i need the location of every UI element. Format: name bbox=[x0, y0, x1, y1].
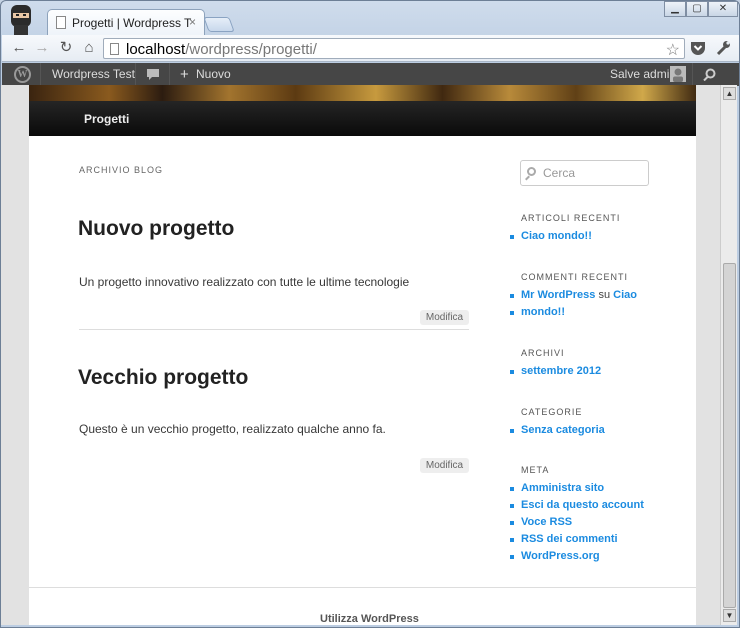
url-path: /wordpress/progetti/ bbox=[185, 41, 317, 58]
recent-comment: Mr WordPress su Ciao bbox=[510, 287, 637, 304]
meta-link[interactable]: Amministra sito bbox=[509, 480, 604, 497]
page-icon bbox=[56, 16, 66, 29]
scroll-up-arrow-icon[interactable]: ▲ bbox=[723, 87, 736, 100]
address-bar[interactable]: localhost/wordpress/progetti/ ☆ bbox=[103, 38, 685, 59]
header-image bbox=[29, 85, 696, 101]
post-excerpt: Questo è un vecchio progetto, realizzato… bbox=[79, 422, 386, 436]
category-link[interactable]: Senza categoria bbox=[510, 422, 605, 439]
recent-post-link[interactable]: Ciao mondo!! bbox=[510, 228, 592, 245]
wp-admin-bar: W Wordpress Test + Nuovo Salve admin bbox=[2, 63, 739, 86]
scroll-down-arrow-icon[interactable]: ▼ bbox=[723, 609, 736, 622]
widget-title: ARTICOLI RECENTI bbox=[521, 213, 621, 223]
reload-icon[interactable]: ↻ bbox=[57, 39, 75, 57]
comment-post-link-cont[interactable]: mondo!! bbox=[510, 304, 565, 321]
widget-title: CATEGORIE bbox=[521, 407, 583, 417]
maximize-button[interactable]: ▢ bbox=[686, 1, 708, 17]
meta-link[interactable]: WordPress.org bbox=[510, 548, 600, 565]
forward-arrow-icon[interactable]: → bbox=[33, 39, 51, 57]
avatar[interactable] bbox=[670, 66, 686, 82]
search-placeholder: Cerca bbox=[543, 166, 576, 180]
widget-title: ARCHIVI bbox=[521, 348, 565, 358]
browser-toolbar: ← → ↻ ⌂ localhost/wordpress/progetti/ ☆ bbox=[2, 35, 739, 62]
site-content: Progetti ARCHIVIO BLOG Nuovo progetto Un… bbox=[29, 85, 696, 625]
search-input[interactable]: Cerca bbox=[520, 160, 649, 186]
comment-bubble-icon[interactable] bbox=[146, 68, 160, 81]
close-button[interactable]: ✕ bbox=[708, 1, 738, 17]
nav-item-progetti[interactable]: Progetti bbox=[84, 112, 129, 126]
footer-credit[interactable]: Utilizza WordPress bbox=[320, 613, 419, 625]
tab-title: Progetti | Wordpress T bbox=[72, 16, 192, 30]
minimize-button[interactable]: ▁ bbox=[664, 1, 686, 17]
scrollbar-thumb[interactable] bbox=[723, 263, 736, 608]
comment-author-link[interactable]: Mr WordPress bbox=[521, 289, 595, 301]
meta-link[interactable]: Esci da questo account bbox=[510, 497, 644, 514]
wordpress-logo-icon[interactable]: W bbox=[14, 66, 31, 83]
edit-button[interactable]: Modifica bbox=[420, 458, 469, 473]
archive-link[interactable]: settembre 2012 bbox=[509, 363, 601, 380]
ninja-avatar-icon bbox=[11, 5, 31, 35]
widget-title: META bbox=[521, 465, 550, 475]
page-icon bbox=[110, 43, 119, 55]
comment-conj: su bbox=[598, 289, 611, 301]
post-title[interactable]: Vecchio progetto bbox=[78, 366, 248, 390]
wrench-icon[interactable] bbox=[715, 40, 731, 56]
new-tab-button[interactable] bbox=[203, 17, 235, 32]
vertical-scrollbar[interactable]: ▲ ▼ bbox=[720, 85, 737, 625]
bookmark-star-icon[interactable]: ☆ bbox=[666, 40, 680, 60]
tab-close-icon[interactable]: × bbox=[189, 15, 196, 29]
comment-post-link[interactable]: Ciao bbox=[613, 289, 637, 301]
browser-tab[interactable]: Progetti | Wordpress T × bbox=[47, 9, 205, 36]
post-title[interactable]: Nuovo progetto bbox=[78, 217, 234, 241]
new-content-label[interactable]: Nuovo bbox=[196, 63, 231, 86]
meta-link[interactable]: RSS dei commenti bbox=[510, 531, 618, 548]
post-excerpt: Un progetto innovativo realizzato con tu… bbox=[79, 275, 410, 289]
post-divider bbox=[79, 329, 469, 330]
edit-button[interactable]: Modifica bbox=[420, 310, 469, 325]
pocket-icon[interactable] bbox=[690, 40, 706, 56]
home-icon[interactable]: ⌂ bbox=[80, 39, 98, 57]
widget-title: COMMENTI RECENTI bbox=[521, 272, 628, 282]
footer-divider bbox=[29, 587, 696, 588]
back-arrow-icon[interactable]: ← bbox=[10, 39, 28, 57]
search-icon[interactable] bbox=[703, 68, 716, 81]
main-navigation: Progetti bbox=[29, 101, 696, 136]
page-viewport: Progetti ARCHIVIO BLOG Nuovo progetto Un… bbox=[1, 85, 720, 625]
plus-icon[interactable]: + bbox=[180, 63, 189, 86]
admin-site-name[interactable]: Wordpress Test bbox=[52, 63, 135, 86]
admin-greeting[interactable]: Salve admin bbox=[610, 63, 676, 86]
archive-title: ARCHIVIO BLOG bbox=[79, 165, 164, 175]
meta-link[interactable]: Voce RSS bbox=[509, 514, 572, 531]
search-icon bbox=[527, 167, 536, 176]
url-host: localhost bbox=[126, 41, 186, 58]
